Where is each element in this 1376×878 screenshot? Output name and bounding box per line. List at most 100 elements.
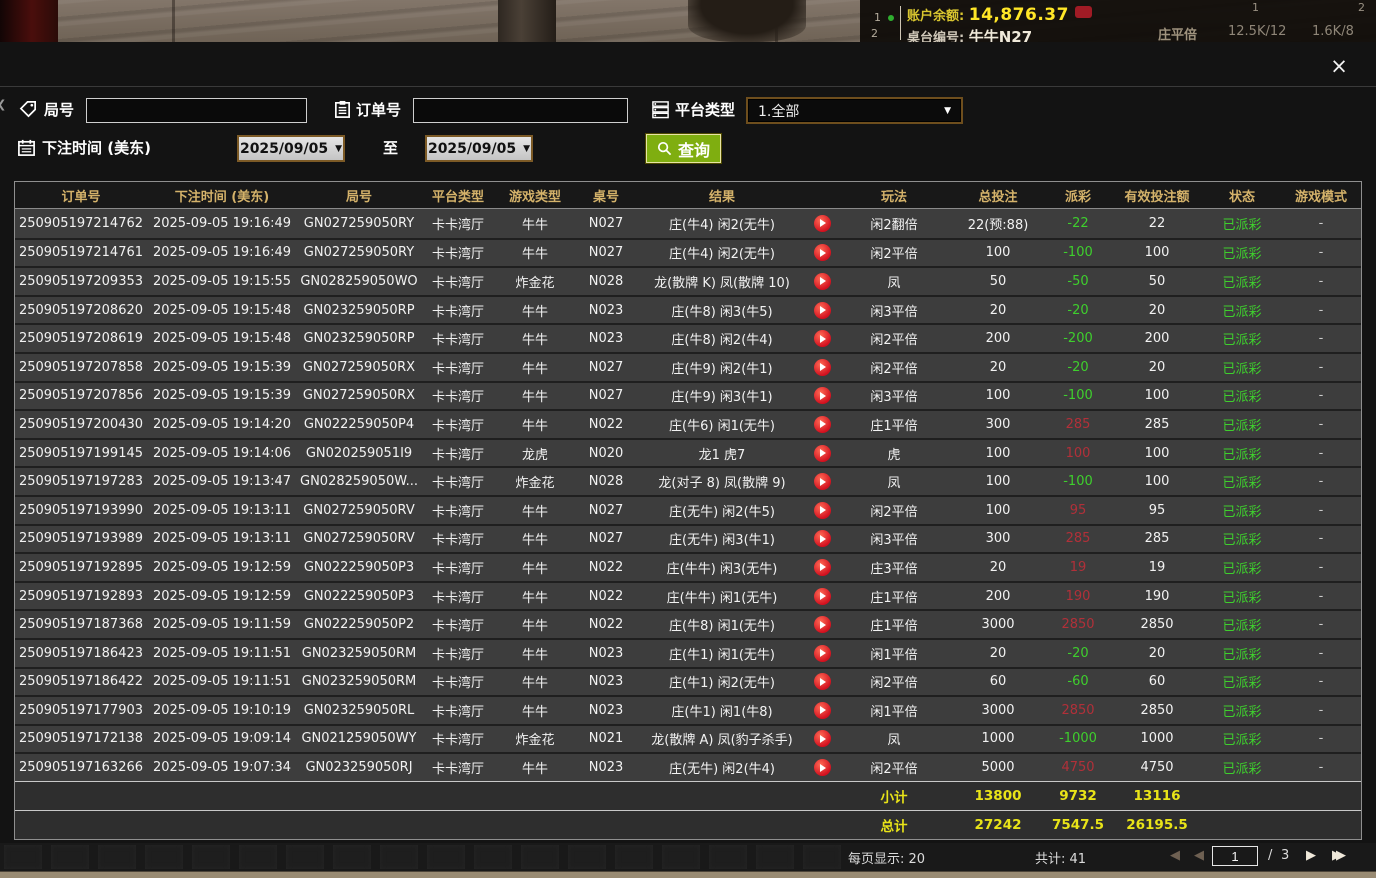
subtotal-total: 13800 [951,788,1045,804]
replay-video-icon[interactable] [814,273,831,290]
grand-total-payout: 7547.5 [1045,817,1111,833]
cell-payout: 4750 [1045,760,1111,775]
cell-result: 龙(对子 8) 凤(散牌 9) [637,472,807,491]
seat-number: 1 [874,11,881,24]
table-row: 250905197193990 2025-09-05 19:13:11 GN02… [15,495,1361,524]
cell-payout: 95 [1045,503,1111,518]
cell-table-no: N023 [575,303,637,318]
cell-game-mode: - [1281,731,1361,746]
cell-status: 已派彩 [1203,587,1281,606]
cell-platform: 卡卡湾厅 [421,444,495,463]
table-row: 250905197177903 2025-09-05 19:10:19 GN02… [15,695,1361,724]
round-input[interactable] [86,98,307,123]
wall-seam [172,0,175,42]
cell-valid-bet: 190 [1111,589,1203,604]
close-button[interactable]: × [1326,53,1352,79]
replay-video-icon[interactable] [814,759,831,776]
replay-video-icon[interactable] [814,416,831,433]
cell-table-no: N022 [575,417,637,432]
cell-bet-time: 2025-09-05 19:15:48 [147,331,297,346]
replay-video-icon[interactable] [814,673,831,690]
cell-game-type: 牛牛 [495,301,575,320]
limit-value: 1.6K/8 [1312,24,1354,39]
cell-game-mode: - [1281,303,1361,318]
cell-payout: -50 [1045,274,1111,289]
prev-page-icon[interactable]: ◀ [1194,848,1204,863]
replay-video-icon[interactable] [814,359,831,376]
cell-round: GN028259050WO [297,274,421,289]
replay-video-icon[interactable] [814,502,831,519]
tag-icon [19,100,38,119]
date-from-button[interactable]: 2025/09/05 ▼ [237,135,345,162]
date-to-button[interactable]: 2025/09/05 ▼ [425,135,533,162]
next-page-icon[interactable]: ▶ [1306,848,1316,863]
cell-valid-bet: 50 [1111,274,1203,289]
cell-game-type: 牛牛 [495,329,575,348]
cell-game-type: 牛牛 [495,529,575,548]
cell-result: 庄(牛牛) 闲3(无牛) [637,558,807,577]
replay-video-icon[interactable] [814,645,831,662]
cell-platform: 卡卡湾厅 [421,358,495,377]
order-input[interactable] [413,98,628,123]
replay-video-icon[interactable] [814,215,831,232]
cell-play-type: 庄1平倍 [837,615,951,634]
cell-platform: 卡卡湾厅 [421,529,495,548]
background-column [498,0,556,42]
cell-total-bet: 100 [951,245,1045,260]
replay-video-icon[interactable] [814,330,831,347]
replay-video-icon[interactable] [814,588,831,605]
cell-platform: 卡卡湾厅 [421,587,495,606]
cell-bet-time: 2025-09-05 19:10:19 [147,703,297,718]
cell-round: GN027259050RV [297,531,421,546]
replay-video-icon[interactable] [814,530,831,547]
cell-play-type: 闲2平倍 [837,672,951,691]
cell-total-bet: 100 [951,446,1045,461]
replay-video-icon[interactable] [814,473,831,490]
cell-valid-bet: 4750 [1111,760,1203,775]
cell-bet-time: 2025-09-05 19:14:06 [147,446,297,461]
cell-order: 250905197199145 [15,446,147,461]
replay-video-icon[interactable] [814,387,831,404]
cell-bet-time: 2025-09-05 19:09:14 [147,731,297,746]
replay-video-icon[interactable] [814,559,831,576]
cell-payout: 285 [1045,531,1111,546]
screen: 1 2 账户余额: 14,876.37 桌台编号: 牛牛N27 1 2 庄平倍 … [0,0,1376,878]
cell-play-type: 凤 [837,272,951,291]
table-body: 250905197214762 2025-09-05 19:16:49 GN02… [15,209,1361,781]
cell-status: 已派彩 [1203,444,1281,463]
lobby-tile [615,845,653,869]
cell-platform: 卡卡湾厅 [421,558,495,577]
cell-round: GN023259050RP [297,303,421,318]
replay-video-icon[interactable] [814,445,831,462]
round-filter-label: 局号 [44,99,74,120]
cell-payout: -100 [1045,388,1111,403]
page-input[interactable] [1212,846,1258,866]
search-button[interactable]: 查询 [646,134,721,163]
cell-valid-bet: 100 [1111,388,1203,403]
replay-video-icon[interactable] [814,616,831,633]
replay-video-icon[interactable] [814,244,831,261]
cell-platform: 卡卡湾厅 [421,214,495,233]
cell-order: 250905197192895 [15,560,147,575]
last-page-icon[interactable]: ▶▶ [1332,848,1340,863]
cell-table-no: N022 [575,560,637,575]
cell-payout: 2850 [1045,617,1111,632]
cell-result: 庄(牛8) 闲1(无牛) [637,615,807,634]
cell-status: 已派彩 [1203,272,1281,291]
cell-result: 庄(牛8) 闲3(牛5) [637,301,807,320]
platform-select[interactable]: 1.全部 ▼ [746,97,963,124]
background-floor-strip [0,871,1376,878]
cell-play-type: 凤 [837,729,951,748]
col-header: 订单号 [15,186,147,205]
replay-video-icon[interactable] [814,730,831,747]
replay-video-icon[interactable] [814,702,831,719]
chevron-down-icon: ▼ [335,144,342,154]
replay-video-icon[interactable] [814,302,831,319]
grand-total-row: 总计 27242 7547.5 26195.5 [15,810,1361,839]
cell-table-no: N023 [575,760,637,775]
cell-game-mode: - [1281,331,1361,346]
lobby-tile [145,845,183,869]
cell-order: 250905197192893 [15,589,147,604]
cell-platform: 卡卡湾厅 [421,644,495,663]
first-page-icon[interactable]: ◀ [1170,848,1180,863]
